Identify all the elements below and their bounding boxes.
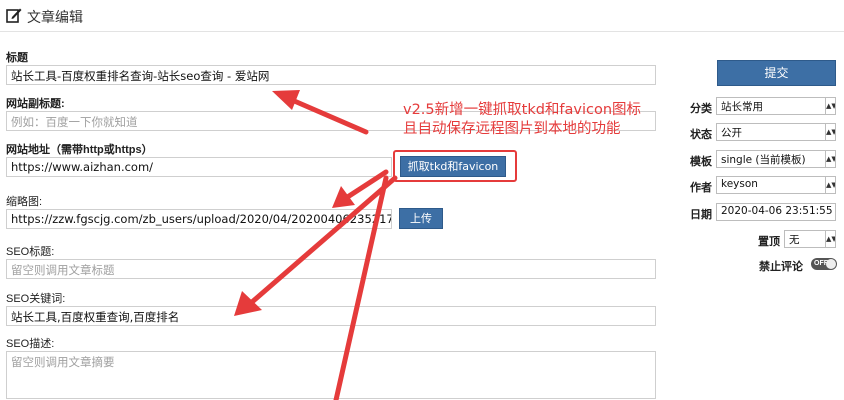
thumbnail-input[interactable]: https://zzw.fgscjg.com/zb_users/upload/2… (6, 209, 392, 229)
sticky-select[interactable]: 无 ▲▼ (784, 230, 836, 248)
annotation-line-2: 且自动保存远程图片到本地的功能 (403, 121, 621, 137)
arrow-head-title (272, 90, 300, 110)
category-value: 站长常用 (721, 101, 763, 113)
author-value: keyson (721, 178, 758, 190)
seo-description-input[interactable]: 留空则调用文章摘要 (6, 351, 656, 399)
title-label: 标题 (6, 52, 28, 64)
disable-comments-toggle[interactable]: OFF (811, 258, 837, 270)
arrow-to-keywords (249, 175, 398, 305)
chevron-down-icon: ▲▼ (825, 177, 835, 193)
status-value: 公开 (721, 127, 742, 139)
template-select[interactable]: single (当前模板) ▲▼ (716, 150, 836, 168)
sticky-value: 无 (789, 234, 800, 246)
chevron-down-icon: ▲▼ (825, 151, 835, 167)
url-label: 网站地址（需带http或https） (6, 144, 153, 156)
toggle-knob (826, 259, 836, 269)
edit-icon (6, 8, 22, 23)
author-select[interactable]: keyson ▲▼ (716, 176, 836, 194)
status-select[interactable]: 公开 ▲▼ (716, 123, 836, 141)
feature-annotation: v2.5新增一键抓取tkd和favicon图标 且自动保存远程图片到本地的功能 (403, 101, 641, 139)
subtitle-label: 网站副标题: (6, 98, 65, 110)
submit-button[interactable]: 提交 (717, 60, 836, 86)
title-input[interactable]: 站长工具-百度权重排名查询-站长seo查询 - 爱站网 (6, 65, 656, 85)
template-label: 模板 (690, 156, 712, 168)
chevron-down-icon: ▲▼ (825, 124, 835, 140)
arrow-head-thumbnail (332, 186, 355, 208)
page-title: 文章编辑 (27, 9, 83, 25)
url-input[interactable]: https://www.aizhan.com/ (6, 157, 392, 177)
author-label: 作者 (690, 182, 712, 194)
seo-keywords-input[interactable]: 站长工具,百度权重查询,百度排名 (6, 306, 656, 326)
chevron-down-icon: ▲▼ (825, 231, 835, 247)
status-label: 状态 (690, 129, 712, 141)
date-label: 日期 (690, 209, 712, 221)
category-label: 分类 (690, 103, 712, 115)
annotation-line-1: v2.5新增一键抓取tkd和favicon图标 (403, 102, 642, 118)
thumbnail-label: 缩略图: (6, 196, 43, 208)
chevron-down-icon: ▲▼ (825, 98, 835, 114)
fetch-tkd-favicon-button[interactable]: 抓取tkd和favicon (400, 156, 506, 177)
upload-button[interactable]: 上传 (399, 208, 443, 229)
date-input[interactable]: 2020-04-06 23:51:55 (716, 203, 836, 221)
seo-title-label: SEO标题: (6, 246, 55, 258)
category-select[interactable]: 站长常用 ▲▼ (716, 97, 836, 115)
disable-comments-label: 禁止评论 (759, 261, 803, 273)
seo-title-input[interactable]: 留空则调用文章标题 (6, 259, 656, 279)
sticky-label: 置顶 (758, 236, 780, 248)
seo-keywords-label: SEO关键词: (6, 293, 66, 305)
seo-description-label: SEO描述: (6, 338, 55, 350)
template-value: single (当前模板) (721, 154, 806, 166)
page-header: 文章编辑 (0, 0, 844, 32)
